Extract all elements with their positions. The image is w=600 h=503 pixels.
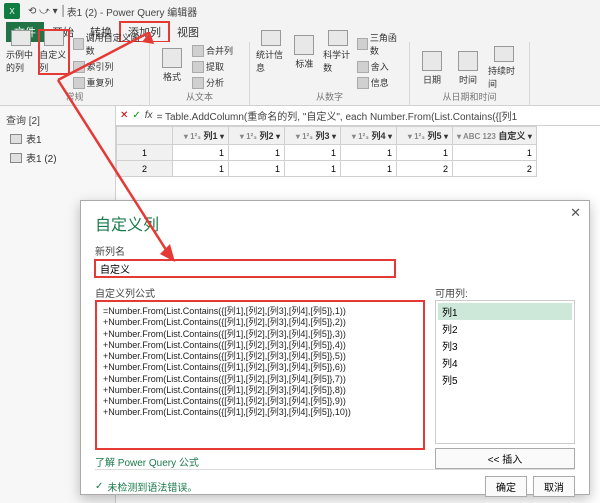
cell[interactable]: 1	[453, 145, 537, 161]
col-header[interactable]: ▾ 1²₃ 列1 ▾	[173, 127, 229, 145]
cell[interactable]: 1	[173, 161, 229, 177]
rownum: 2	[117, 161, 173, 177]
extract-button[interactable]: 提取	[192, 59, 233, 74]
available-col-item[interactable]: 列3	[438, 337, 572, 354]
formula-bar[interactable]: = Table.AddColumn(重命名的列, "自定义", each Num…	[157, 108, 596, 123]
rowhead	[117, 127, 173, 145]
custom-column-button[interactable]: 自定义列	[39, 30, 68, 74]
custom-column-dialog: ✕ 自定义列 新列名 自定义列公式 =Number.From(List.Cont…	[80, 200, 590, 495]
insert-button[interactable]: << 插入	[435, 448, 575, 469]
cell[interactable]: 1	[397, 145, 453, 161]
col-header[interactable]: ▾ 1²₃ 列2 ▾	[229, 127, 285, 145]
rownum: 1	[117, 145, 173, 161]
invoke-fn-button[interactable]: 调用自定义函数	[73, 30, 143, 58]
col-header[interactable]: ▾ ABC 123 自定义 ▾	[453, 127, 537, 145]
close-icon[interactable]: ✕	[570, 205, 581, 221]
formula-textarea[interactable]: =Number.From(List.Contains({[列1],[列2],[列…	[95, 300, 425, 450]
dialog-title: 自定义列	[95, 211, 575, 235]
stats-button[interactable]: 统计信息	[256, 30, 286, 74]
cell[interactable]: 1	[341, 145, 397, 161]
time-button[interactable]: 时间	[452, 46, 484, 90]
ok-button[interactable]: 确定	[485, 476, 527, 497]
new-column-name-input[interactable]	[95, 260, 395, 277]
parse-button[interactable]: 分析	[192, 75, 233, 90]
cell[interactable]: 1	[229, 145, 285, 161]
scientific-button[interactable]: 科学计数	[323, 30, 353, 74]
cell[interactable]: 1	[285, 161, 341, 177]
col-header[interactable]: ▾ 1²₃ 列4 ▾	[341, 127, 397, 145]
menu-view[interactable]: 视图	[169, 22, 207, 42]
query-item[interactable]: 表1	[6, 129, 109, 148]
fx-label: fx	[145, 110, 153, 121]
query-item[interactable]: 表1 (2)	[6, 148, 109, 167]
group-text-label: 从文本	[156, 90, 243, 103]
format-button[interactable]: 格式	[156, 43, 188, 87]
app-icon: X	[4, 3, 20, 19]
trig-button[interactable]: 三角函数	[357, 30, 403, 58]
window-title: 表1 (2) - Power Query 编辑器	[67, 4, 198, 19]
merge-col-button[interactable]: 合并列	[192, 43, 233, 58]
group-number-label: 从数字	[256, 90, 403, 103]
cell[interactable]: 2	[397, 161, 453, 177]
available-cols-list[interactable]: 列1列2列3列4列5	[435, 300, 575, 444]
duration-button[interactable]: 持续时间	[488, 46, 520, 90]
cell[interactable]: 2	[453, 161, 537, 177]
available-col-item[interactable]: 列2	[438, 320, 572, 337]
group-datetime-label: 从日期和时间	[416, 90, 523, 103]
cell[interactable]: 1	[341, 161, 397, 177]
index-col-button[interactable]: 索引列	[73, 59, 143, 74]
round-button[interactable]: 舍入	[357, 59, 403, 74]
available-col-item[interactable]: 列5	[438, 371, 572, 388]
queries-header: 查询 [2]	[6, 110, 109, 129]
standard-button[interactable]: 标准	[290, 30, 320, 74]
group-general-label: 常规	[6, 90, 143, 103]
available-cols-label: 可用列:	[435, 285, 575, 300]
cell[interactable]: 1	[229, 161, 285, 177]
info-button[interactable]: 信息	[357, 75, 403, 90]
col-header[interactable]: ▾ 1²₃ 列5 ▾	[397, 127, 453, 145]
date-button[interactable]: 日期	[416, 46, 448, 90]
data-grid[interactable]: ▾ 1²₃ 列1 ▾▾ 1²₃ 列2 ▾▾ 1²₃ 列3 ▾▾ 1²₃ 列4 ▾…	[116, 126, 537, 177]
newname-label: 新列名	[95, 243, 575, 258]
available-col-item[interactable]: 列4	[438, 354, 572, 371]
formula-label: 自定义列公式	[95, 285, 425, 300]
cell[interactable]: 1	[285, 145, 341, 161]
check-icon: ✓	[95, 481, 103, 492]
syntax-status: 未检测到语法错误。	[107, 479, 197, 494]
pq-formula-link[interactable]: 了解 Power Query 公式	[95, 454, 425, 469]
cancel-button[interactable]: 取消	[533, 476, 575, 497]
col-header[interactable]: ▾ 1²₃ 列3 ▾	[285, 127, 341, 145]
cell[interactable]: 1	[173, 145, 229, 161]
example-column-button[interactable]: 示例中的列	[6, 30, 35, 74]
available-col-item[interactable]: 列1	[438, 303, 572, 320]
dup-col-button[interactable]: 重复列	[73, 75, 143, 90]
